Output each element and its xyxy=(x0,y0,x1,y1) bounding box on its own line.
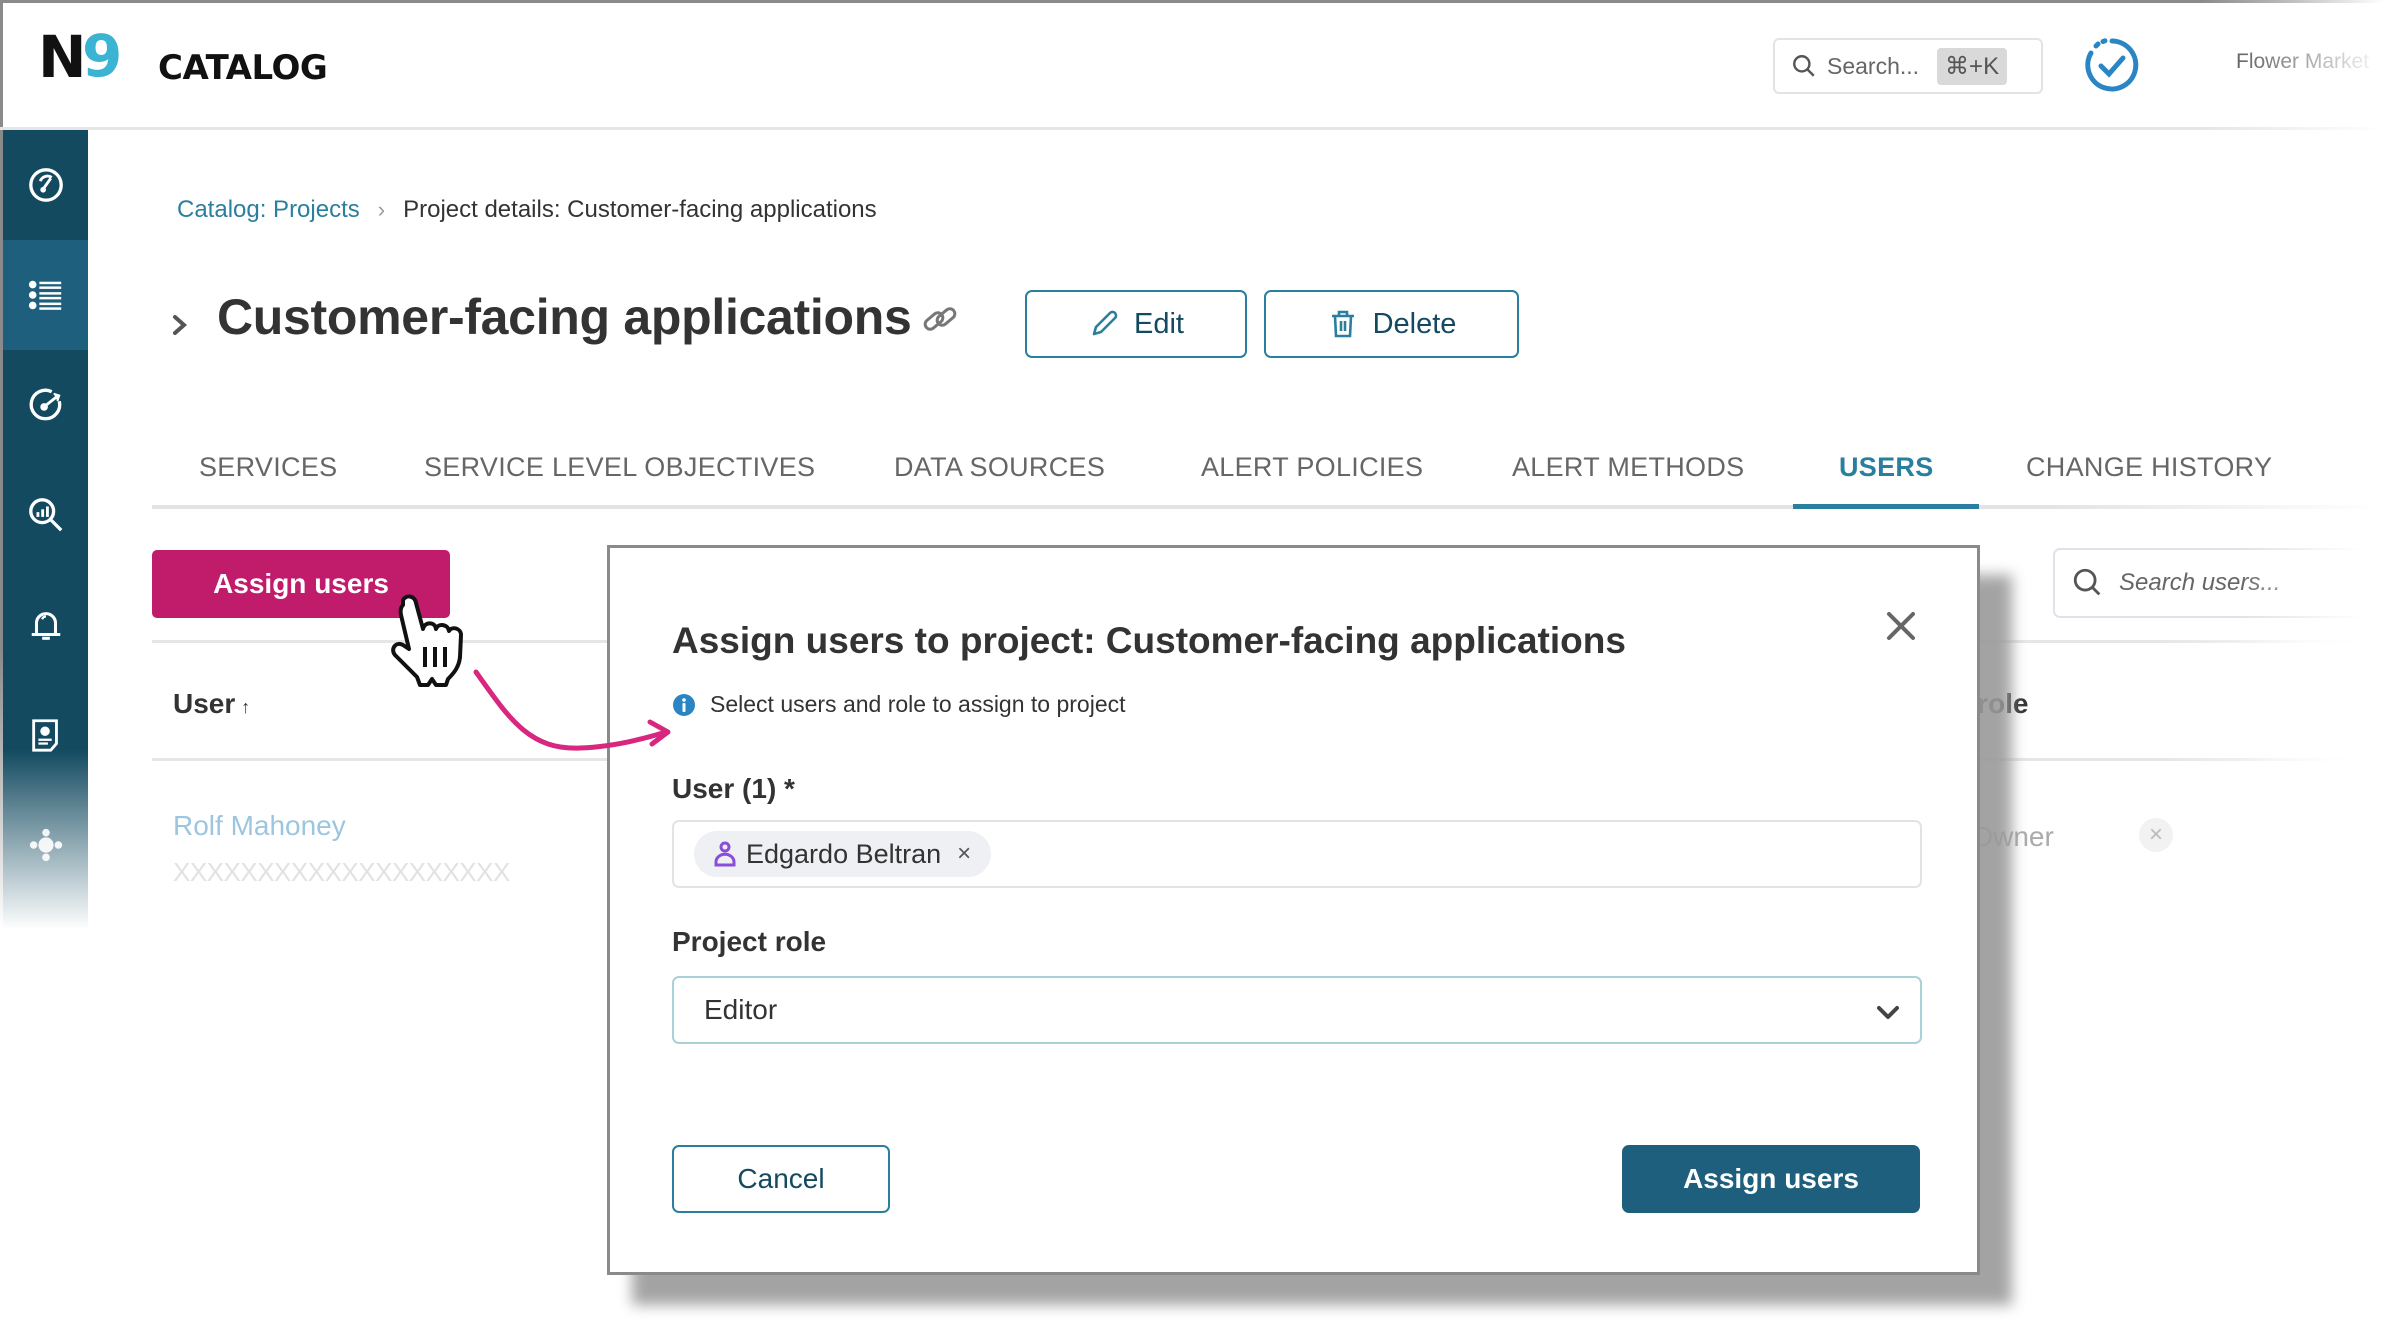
sidebar-item-integrations[interactable] xyxy=(3,790,88,900)
sidebar-item-dashboard[interactable] xyxy=(3,130,88,240)
guide-arrow-icon xyxy=(473,669,671,751)
link-icon[interactable] xyxy=(918,298,962,342)
project-tabs: SERVICES SERVICE LEVEL OBJECTIVES DATA S… xyxy=(152,440,2384,510)
list-icon xyxy=(28,280,61,310)
app-title: CATALOG xyxy=(158,48,328,88)
global-search-placeholder: Search... xyxy=(1827,52,1920,79)
sidebar-item-reports[interactable] xyxy=(3,680,88,790)
delete-button-label: Delete xyxy=(1372,307,1457,340)
right-fade-overlay xyxy=(2240,520,2384,940)
page-title: Customer-facing applications xyxy=(217,289,912,345)
edit-button-label: Edit xyxy=(1134,307,1184,340)
search-icon xyxy=(1793,55,1815,77)
user-icon xyxy=(714,841,736,867)
pencil-icon xyxy=(1092,310,1118,336)
table-row-user-email: XXXXXXXXXXXXXXXXXXXX xyxy=(173,857,510,887)
project-role-select[interactable]: Editor xyxy=(672,976,1922,1044)
check-circle-status-icon[interactable] xyxy=(2082,35,2142,95)
chevron-down-icon xyxy=(1877,1006,1899,1019)
remove-user-icon[interactable]: × xyxy=(2139,818,2173,852)
speedometer-icon xyxy=(28,168,63,202)
sidebar-item-slo[interactable] xyxy=(3,350,88,460)
sidebar-item-alerts[interactable] xyxy=(3,570,88,680)
logo-letter: N xyxy=(38,23,87,91)
keyboard-shortcut-badge: ⌘+K xyxy=(1937,47,2008,85)
top-header: N 9 CATALOG Search... ⌘+K Flower Market xyxy=(0,0,2384,130)
report-icon xyxy=(31,719,58,752)
tab-alert-methods[interactable]: ALERT METHODS xyxy=(1512,452,1744,483)
breadcrumb-link-projects[interactable]: Catalog: Projects xyxy=(177,196,360,224)
target-icon xyxy=(29,388,61,421)
dialog-info-text: Select users and role to assign to proje… xyxy=(710,691,1126,717)
tab-users[interactable]: USERS xyxy=(1839,452,1934,483)
sidebar-item-query[interactable] xyxy=(3,460,88,570)
user-field-label: User (1) * xyxy=(672,773,795,804)
selected-user-chip: Edgardo Beltran × xyxy=(694,831,992,877)
header-fade-overlay xyxy=(2200,0,2384,130)
sort-ascending-icon: ↑ xyxy=(241,697,251,717)
project-role-value: Editor xyxy=(704,994,778,1025)
breadcrumb-current: Project details: Customer-facing applica… xyxy=(403,196,877,223)
role-field-label: Project role xyxy=(672,926,827,957)
global-search-input[interactable]: Search... ⌘+K xyxy=(1773,38,2043,94)
puzzle-icon xyxy=(29,828,62,862)
tabs-divider xyxy=(152,505,2384,509)
table-row-user-name[interactable]: Rolf Mahoney xyxy=(173,810,346,842)
search-chart-icon xyxy=(28,498,62,532)
edit-button[interactable]: Edit xyxy=(1025,290,1247,358)
dialog-info: Select users and role to assign to proje… xyxy=(672,691,1126,718)
tab-service-level-objectives[interactable]: SERVICE LEVEL OBJECTIVES xyxy=(424,452,815,483)
logo-digit: 9 xyxy=(82,22,123,90)
dialog-title: Assign users to project: Customer-facing… xyxy=(672,620,1626,661)
user-multiselect-input[interactable]: Edgardo Beltran × xyxy=(672,820,1922,888)
cancel-button[interactable]: Cancel xyxy=(672,1145,890,1213)
tab-alert-policies[interactable]: ALERT POLICIES xyxy=(1201,452,1423,483)
column-header-user-label: User xyxy=(173,688,236,719)
tab-services[interactable]: SERVICES xyxy=(199,452,337,483)
search-icon xyxy=(2073,568,2101,596)
n9-logo[interactable]: N 9 xyxy=(38,23,128,91)
bell-icon xyxy=(31,612,60,640)
assign-users-submit-button[interactable]: Assign users xyxy=(1622,1145,1920,1213)
column-header-user[interactable]: User ↑ xyxy=(173,688,250,720)
breadcrumb-separator-icon: › xyxy=(377,197,386,222)
active-tab-indicator xyxy=(1793,504,1979,509)
sidebar-item-catalog[interactable] xyxy=(3,240,88,350)
selected-user-name: Edgardo Beltran xyxy=(746,838,942,869)
breadcrumb: Catalog: Projects › Project details: Cus… xyxy=(177,196,877,224)
tab-change-history[interactable]: CHANGE HISTORY xyxy=(2026,452,2272,483)
remove-selected-user-icon[interactable]: × xyxy=(957,840,971,868)
chevron-right-icon[interactable] xyxy=(168,308,192,342)
tab-data-sources[interactable]: DATA SOURCES xyxy=(894,452,1105,483)
sidebar xyxy=(3,130,88,930)
delete-button[interactable]: Delete xyxy=(1264,290,1519,358)
close-icon[interactable] xyxy=(1883,608,1919,644)
trash-icon xyxy=(1331,310,1354,338)
assign-users-dialog: Assign users to project: Customer-facing… xyxy=(607,545,1980,1275)
